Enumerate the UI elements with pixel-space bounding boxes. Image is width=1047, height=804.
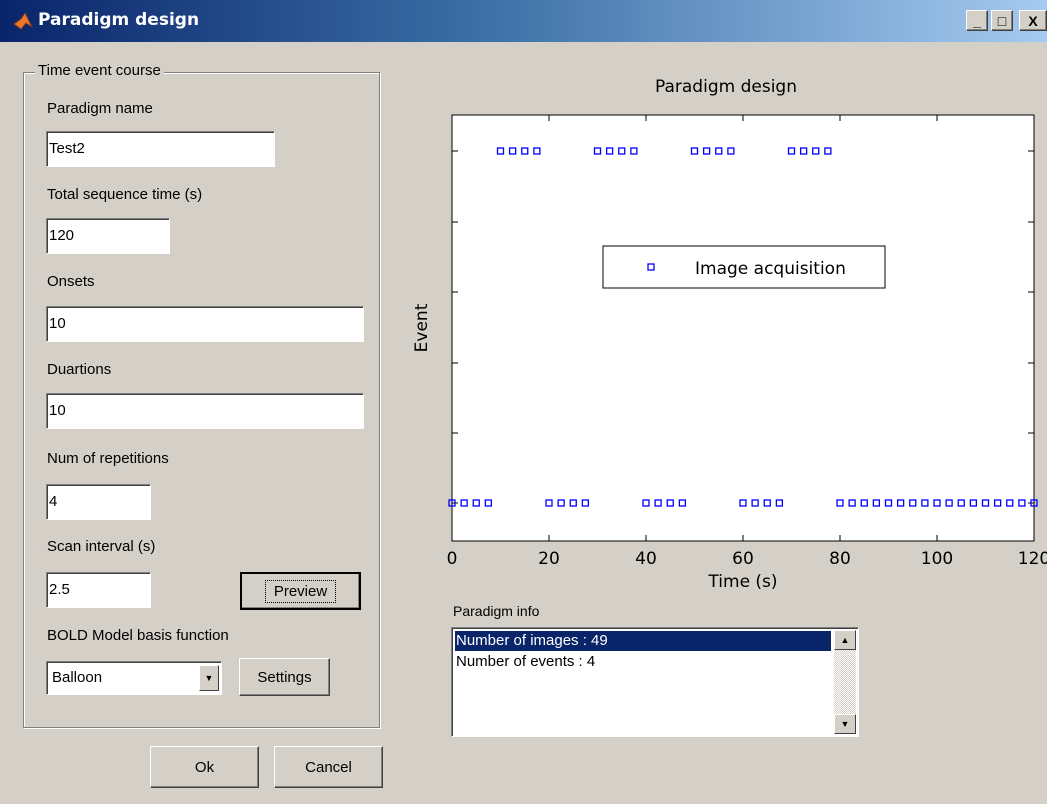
paradigm-info-list[interactable]: Number of images : 49 Number of events :… [451,627,859,737]
cancel-button[interactable]: Cancel [274,746,383,788]
scroll-up-icon[interactable]: ▲ [834,630,856,650]
preview-button[interactable]: Preview [240,572,361,610]
total-time-field[interactable]: 120 [46,218,170,254]
paradigm-chart: 0 20 40 60 80 100 120 Time (s) Event Image acquis… [412,114,1047,592]
repetitions-field[interactable]: 4 [46,484,151,520]
basis-function-label: BOLD Model basis function [47,627,229,644]
paradigm-name-field[interactable]: Test2 [46,131,275,167]
x-tick-label: 0 [447,549,458,569]
basis-function-value: Balloon [52,669,103,686]
paradigm-name-label: Paradigm name [47,100,153,117]
x-tick-label: 60 [732,549,754,569]
y-axis-label: Event [412,303,432,352]
group-title: Time event course [35,62,164,79]
basis-function-select[interactable]: Balloon ▼ [46,661,222,695]
repetitions-label: Num of repetitions [47,450,169,467]
maximize-button[interactable]: □ [991,10,1013,31]
durations-field[interactable]: 10 [46,393,364,429]
matlab-icon [13,12,34,30]
legend-entry: Image acquisition [695,259,846,279]
ok-button[interactable]: Ok [150,746,259,788]
title-bar[interactable]: Paradigm design _ □ X [0,0,1047,42]
chevron-down-icon[interactable]: ▼ [199,665,219,691]
list-item[interactable]: Number of events : 4 [455,652,831,672]
vertical-scrollbar[interactable]: ▲ ▼ [834,630,856,734]
onsets-field[interactable]: 10 [46,306,364,342]
paradigm-info-label: Paradigm info [453,603,540,619]
x-tick-label: 20 [538,549,560,569]
minimize-button[interactable]: _ [966,10,988,31]
close-button[interactable]: X [1019,10,1047,31]
x-tick-label: 40 [635,549,657,569]
scan-interval-label: Scan interval (s) [47,538,156,555]
x-axis-label: Time (s) [707,572,777,592]
total-time-label: Total sequence time (s) [47,186,203,203]
plot-area [451,114,1035,542]
scan-interval-field[interactable]: 2.5 [46,572,151,608]
scroll-down-icon[interactable]: ▼ [834,714,856,734]
list-item[interactable]: Number of images : 49 [455,631,831,651]
x-tick-label: 100 [921,549,953,569]
durations-label: Duartions [47,361,112,378]
x-tick-label: 120 [1018,549,1047,569]
window-title: Paradigm design [38,10,200,30]
settings-button[interactable]: Settings [239,658,330,696]
onsets-label: Onsets [47,273,95,290]
x-tick-label: 80 [829,549,851,569]
preview-button-label: Preview [264,579,337,603]
